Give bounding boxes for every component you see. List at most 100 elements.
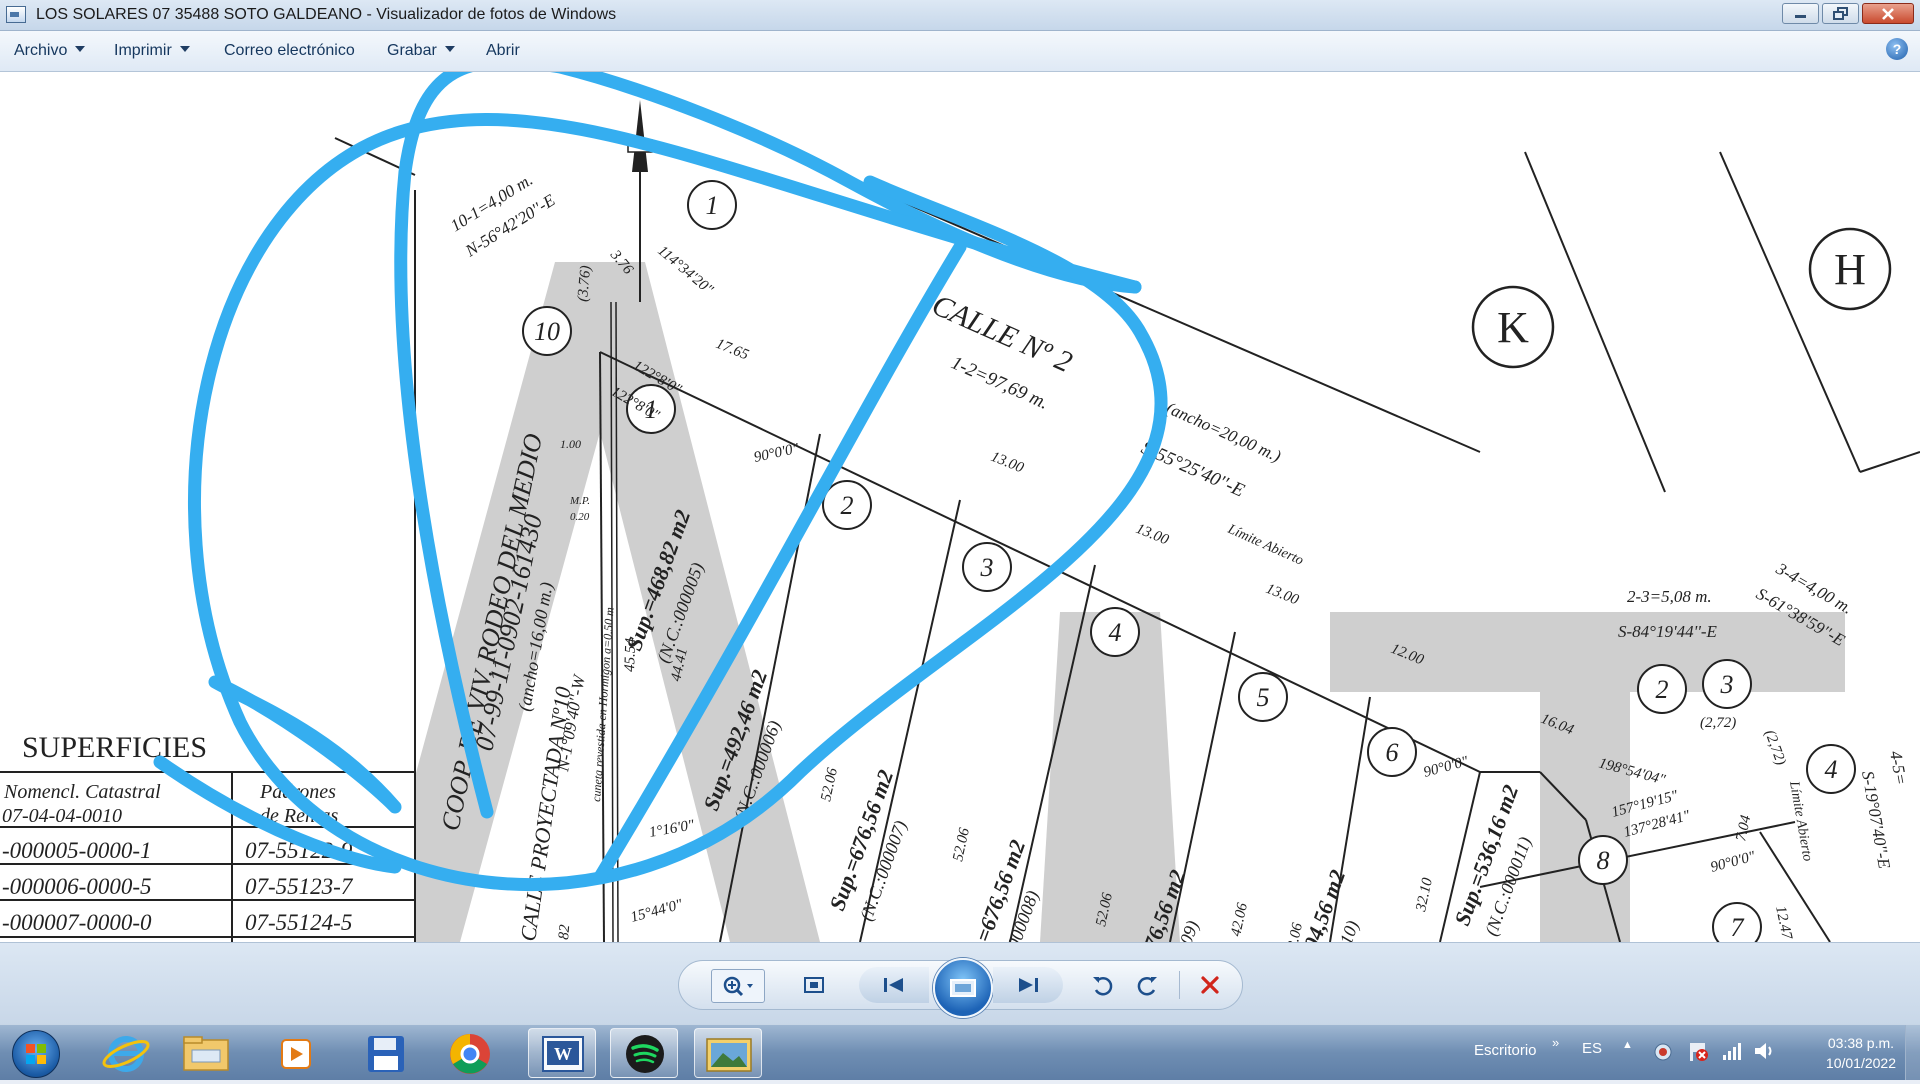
floppy-disk-icon	[368, 1036, 404, 1072]
menu-grabar[interactable]: Grabar	[387, 42, 455, 60]
toolbar-overflow-icon[interactable]: »	[1552, 1035, 1559, 1050]
media-player-icon	[281, 1039, 311, 1069]
svg-text:07-04-04-0010: 07-04-04-0010	[2, 805, 122, 827]
svg-text:4-5=: 4-5=	[1886, 749, 1911, 786]
chevron-down-icon	[179, 45, 190, 52]
taskbar-save-app[interactable]	[352, 1028, 420, 1078]
svg-text:Límite Abierto: Límite Abierto	[1786, 779, 1815, 862]
svg-text:(2,72): (2,72)	[1761, 728, 1788, 768]
zoom-icon	[723, 976, 753, 997]
svg-text:0.20: 0.20	[570, 511, 590, 523]
action-center-flag-icon[interactable]	[1686, 1039, 1710, 1063]
svg-text:82: 82	[556, 924, 573, 941]
slideshow-button[interactable]	[933, 958, 993, 1018]
folder-icon	[183, 1036, 229, 1071]
taskbar-media-player[interactable]	[262, 1028, 330, 1078]
zoom-button[interactable]	[711, 969, 765, 1003]
svg-text:13.00: 13.00	[989, 449, 1027, 477]
next-icon	[1019, 978, 1038, 992]
desktop-toolbar-label[interactable]: Escritorio	[1474, 1042, 1537, 1059]
actual-size-icon	[804, 977, 824, 993]
restore-icon	[1832, 6, 1848, 20]
svg-text:32.10: 32.10	[1413, 876, 1436, 914]
help-icon[interactable]: ?	[1886, 38, 1908, 60]
volume-icon[interactable]	[1752, 1039, 1776, 1063]
svg-text:12.47: 12.47	[1772, 905, 1795, 942]
svg-text:1: 1	[706, 191, 719, 220]
system-clock[interactable]: 03:38 p.m. 10/01/2022	[1826, 1033, 1896, 1073]
svg-text:1°16'0": 1°16'0"	[648, 817, 696, 841]
svg-text:8: 8	[1597, 846, 1610, 875]
image-viewport[interactable]: K H 1 10 1 2 3 4 5 6 8 2 3 4 7 CALLE Nº …	[0, 72, 1920, 942]
svg-text:6: 6	[1386, 738, 1399, 767]
wifi-signal-icon[interactable]	[1720, 1039, 1744, 1063]
window-title: LOS SOLARES 07 35488 SOTO GALDEANO - Vis…	[36, 6, 617, 23]
rotate-clockwise-icon	[1137, 976, 1157, 996]
clock-time: 03:38 p.m.	[1827, 1035, 1895, 1051]
svg-text:07-55123-7: 07-55123-7	[245, 874, 354, 899]
svg-text:07-55124-5: 07-55124-5	[245, 910, 352, 935]
svg-text:42.06: 42.06	[1228, 901, 1251, 938]
close-window-button[interactable]	[1862, 3, 1914, 24]
delete-button[interactable]	[1195, 971, 1225, 999]
menu-abrir-label: Abrir	[486, 42, 520, 59]
start-button[interactable]	[12, 1030, 60, 1078]
svg-text:7.04: 7.04	[1733, 813, 1754, 842]
rotate-right-button[interactable]	[1133, 971, 1163, 999]
svg-text:52.06: 52.06	[818, 766, 841, 803]
block-letter-k: K	[1471, 285, 1555, 369]
next-button[interactable]	[993, 967, 1063, 1003]
previous-button[interactable]	[859, 967, 929, 1003]
svg-text:15°44'0": 15°44'0"	[629, 897, 685, 926]
svg-text:Límite Abierto: Límite Abierto	[1224, 522, 1305, 569]
svg-text:17.65: 17.65	[714, 336, 752, 364]
taskbar-photo-viewer[interactable]	[694, 1028, 762, 1078]
svg-text:3: 3	[980, 553, 994, 582]
actual-size-button[interactable]	[797, 971, 831, 999]
taskbar-chrome[interactable]	[436, 1028, 504, 1078]
block-letter-h: H	[1808, 227, 1892, 311]
menu-correo-label: Correo electrónico	[224, 42, 355, 59]
svg-text:SUPERFICIES: SUPERFICIES	[22, 731, 207, 764]
svg-text:90°0'0": 90°0'0"	[1709, 848, 1758, 875]
internet-explorer-icon	[102, 1036, 150, 1072]
chrome-icon	[450, 1034, 490, 1074]
slideshow-icon	[950, 979, 976, 997]
menu-bar: Archivo Imprimir Correo electrónico Grab…	[0, 31, 1920, 72]
menu-archivo[interactable]: Archivo	[14, 42, 86, 60]
svg-text:10: 10	[534, 317, 560, 346]
photo-viewer-app-icon	[6, 6, 26, 23]
chevron-down-icon	[444, 45, 455, 52]
menu-grabar-label: Grabar	[387, 42, 437, 59]
network-center-icon[interactable]	[1652, 1041, 1674, 1063]
menu-correo[interactable]: Correo electrónico	[224, 42, 355, 60]
show-hidden-icons-icon[interactable]: ▲	[1622, 1039, 1633, 1051]
viewer-toolbar	[0, 942, 1920, 1025]
rotate-left-button[interactable]	[1087, 971, 1117, 999]
svg-text:90°0'0": 90°0'0"	[1422, 753, 1471, 780]
svg-text:52.06: 52.06	[950, 826, 973, 863]
menu-imprimir-label: Imprimir	[114, 42, 172, 59]
show-desktop-button[interactable]	[1905, 1025, 1920, 1080]
taskbar-spotify[interactable]	[610, 1028, 678, 1078]
menu-abrir[interactable]: Abrir	[486, 42, 520, 60]
photo-viewer-icon	[706, 1038, 752, 1072]
taskbar-file-explorer[interactable]	[172, 1028, 240, 1078]
chevron-down-icon	[75, 45, 86, 52]
svg-text:M.P.: M.P.	[569, 495, 590, 507]
svg-text:(2,72): (2,72)	[1700, 715, 1736, 731]
taskbar-word[interactable]: W	[528, 1028, 596, 1078]
minimize-icon	[1794, 14, 1806, 18]
svg-text:114°34'20": 114°34'20"	[654, 243, 716, 299]
taskbar-internet-explorer[interactable]	[92, 1028, 160, 1078]
svg-text:K: K	[1497, 303, 1529, 352]
svg-text:Nomencl. Catastral: Nomencl. Catastral	[3, 781, 161, 803]
delete-icon	[1201, 976, 1219, 994]
svg-text:(3.76): (3.76)	[575, 265, 594, 303]
svg-text:-000006-0000-5: -000006-0000-5	[2, 874, 151, 899]
language-indicator[interactable]: ES	[1582, 1040, 1602, 1057]
restore-button[interactable]	[1822, 3, 1859, 24]
minimize-button[interactable]	[1782, 3, 1819, 24]
subdivision-plan-image: K H 1 10 1 2 3 4 5 6 8 2 3 4 7 CALLE Nº …	[0, 72, 1920, 942]
menu-imprimir[interactable]: Imprimir	[114, 42, 190, 60]
